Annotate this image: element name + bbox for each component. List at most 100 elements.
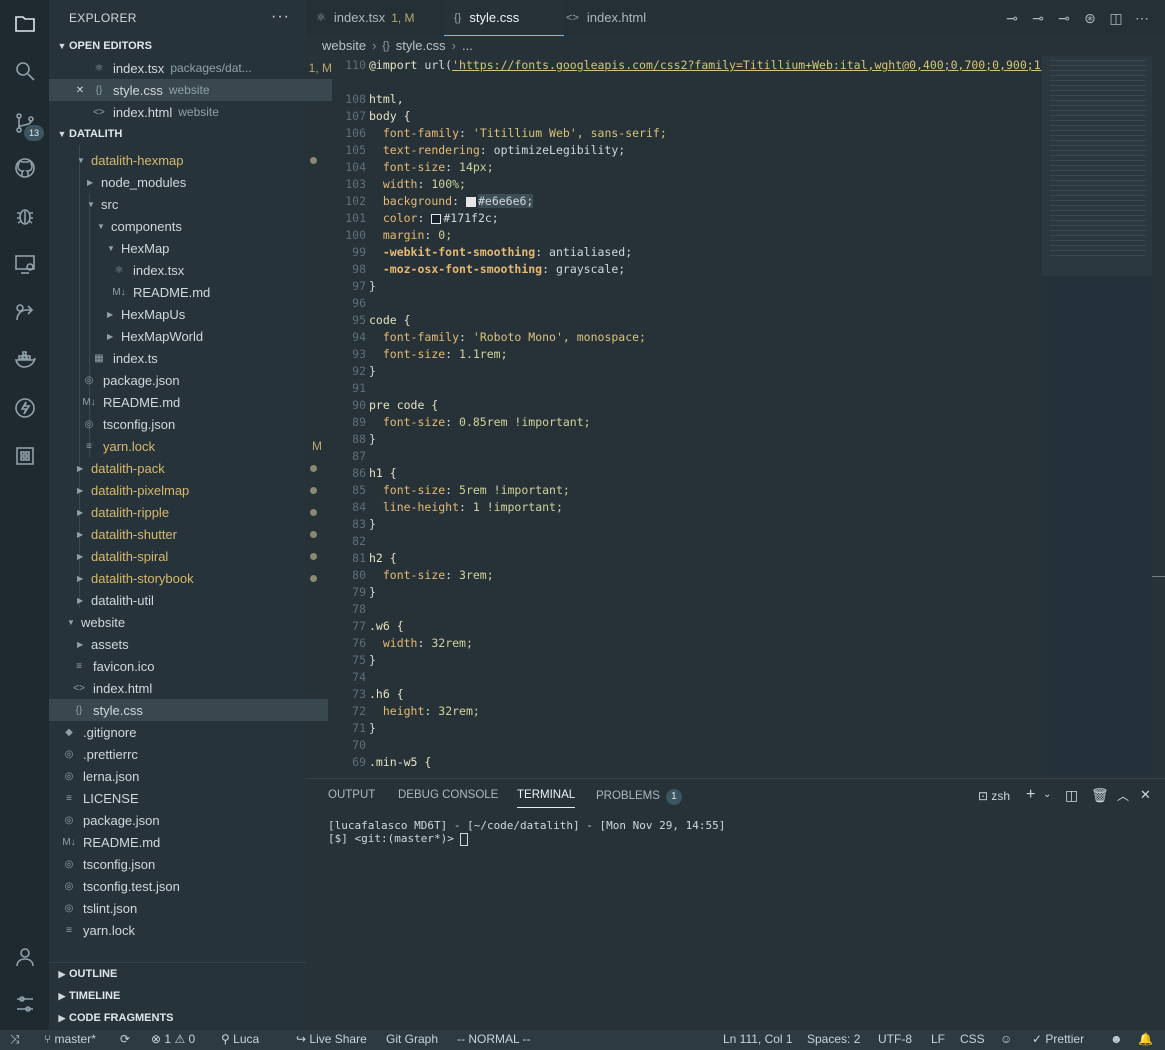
tree-file[interactable]: ◎ lerna.json [49, 765, 318, 787]
remote-icon[interactable]: ⤨ [10, 1032, 20, 1047]
panel-tab-terminal[interactable]: TERMINAL [517, 789, 576, 808]
tree-file[interactable]: ◆ .gitignore [49, 721, 318, 743]
tree-folder[interactable]: ▼ src [49, 193, 344, 215]
notifications-icon[interactable]: 🔔 [1138, 1032, 1153, 1046]
debug-icon[interactable] [0, 194, 49, 238]
branch-status[interactable]: ⑂ master* [44, 1032, 96, 1046]
tree-file[interactable]: ◎ tslint.json [49, 897, 318, 919]
git-previous-icon[interactable]: ⊸ [1029, 9, 1047, 27]
tree-folder[interactable]: ▶ datalith-pack [49, 457, 334, 479]
tree-folder[interactable]: ▶ node_modules [49, 171, 344, 193]
panel-tab-problems[interactable]: PROBLEMS 1 [596, 789, 682, 805]
code-editor[interactable]: 110 108 107 106 105 104 103 102 101 100 99 98 97 96 95… [306, 56, 1042, 776]
cursor-position[interactable]: Ln 111, Col 1 [723, 1032, 793, 1046]
tree-folder[interactable]: ▶ datalith-pixelmap [49, 479, 334, 501]
sync-icon[interactable]: ⟳ [120, 1032, 130, 1046]
tree-file[interactable]: M↓ README.md [49, 831, 318, 853]
breadcrumb-more[interactable]: ... [462, 38, 473, 53]
tree-file[interactable]: ◎ tsconfig.test.json [49, 875, 318, 897]
open-editor-index-tsx[interactable]: ⚛ index.tsx packages/dat... 1, M [49, 57, 348, 79]
docker-icon[interactable] [0, 338, 49, 382]
git-commit-icon[interactable]: ⊸ [1003, 9, 1021, 27]
tree-folder[interactable]: ▶ assets [49, 633, 334, 655]
outline-header[interactable]: ▶ OUTLINE [49, 962, 312, 985]
panel-tab-output[interactable]: OUTPUT [328, 789, 375, 801]
tree-file[interactable]: ≡ favicon.ico [49, 655, 328, 677]
settings-icon[interactable] [0, 982, 49, 1026]
vertical-scrollbar[interactable] [1152, 56, 1165, 776]
user-status[interactable]: ⚲ Luca [221, 1032, 259, 1046]
open-editor-index-html[interactable]: <> index.html website [49, 101, 348, 123]
maximize-panel-icon[interactable]: ︿ [1117, 787, 1129, 804]
close-icon[interactable]: ✕ [75, 85, 85, 96]
remote-explorer-icon[interactable] [0, 242, 49, 286]
tree-file[interactable]: ◎ tsconfig.json [49, 853, 318, 875]
more-actions-icon[interactable]: ··· [271, 8, 290, 26]
color-swatch[interactable] [431, 213, 442, 224]
tree-file[interactable]: ◎ .prettierrc [49, 743, 318, 765]
explorer-sidebar: EXPLORER ··· ▼ OPEN EDITORS ⚛ index.tsx pack… [49, 0, 332, 1030]
chevron-down-icon[interactable]: ⌄ [1043, 789, 1051, 800]
prettier-status[interactable]: ✓ Prettier [1032, 1032, 1084, 1046]
live-share-status[interactable]: ↪ Live Share [296, 1032, 367, 1046]
tab-style-css[interactable]: {} style.css [444, 0, 564, 36]
tree-file[interactable]: ≡ yarn.lock [49, 919, 318, 941]
tree-file[interactable]: ≡ LICENSE [49, 787, 318, 809]
add-terminal-icon[interactable]: + [1026, 786, 1035, 804]
open-editor-style-css[interactable]: ✕{} style.css website [49, 79, 332, 101]
problems-status[interactable]: ⊗ 1 ⚠ 0 [151, 1032, 195, 1046]
source-control-icon[interactable]: 13 [0, 101, 49, 145]
tree-file[interactable]: ≡ yarn.lock M [49, 435, 338, 457]
color-swatch[interactable] [465, 196, 476, 207]
language-status[interactable]: CSS [960, 1032, 985, 1046]
open-editors-header[interactable]: ▼ OPEN EDITORS [49, 35, 312, 57]
thunder-client-icon[interactable] [0, 386, 49, 430]
more-actions-icon[interactable]: ⋯ [1133, 9, 1151, 27]
minimap[interactable] [1042, 56, 1152, 776]
eol-status[interactable]: LF [931, 1032, 945, 1046]
indentation-status[interactable]: Spaces: 2 [807, 1032, 860, 1046]
breadcrumb-file[interactable]: style.css [396, 38, 446, 53]
tree-file-selected[interactable]: {} style.css [49, 699, 328, 721]
git-icon: ◆ [65, 726, 73, 738]
tree-file[interactable]: <> index.html [49, 677, 328, 699]
terminal-output[interactable]: [lucafalasco MD6T] - [~/code/datalith] -… [328, 819, 725, 846]
tree-folder[interactable]: ▶ datalith-spiral [49, 545, 334, 567]
close-panel-icon[interactable]: ✕ [1140, 787, 1151, 803]
git-next-icon[interactable]: ⊸ [1055, 9, 1073, 27]
tree-folder[interactable]: ▶ datalith-ripple [49, 501, 334, 523]
split-terminal-icon[interactable]: ◫ [1065, 787, 1078, 804]
git-graph-status[interactable]: Git Graph [386, 1032, 438, 1046]
accounts-icon[interactable] [0, 935, 49, 979]
workspace-header[interactable]: ▼ DATALITH [49, 123, 312, 145]
breadcrumb-folder[interactable]: website [322, 38, 366, 53]
panel-tab-debug-console[interactable]: DEBUG CONSOLE [398, 789, 498, 801]
tree-file[interactable]: ▦ index.ts [49, 347, 348, 369]
split-editor-icon[interactable]: ◫ [1107, 9, 1125, 27]
timeline-header[interactable]: ▶ TIMELINE [49, 985, 312, 1007]
github-icon[interactable] [0, 146, 49, 190]
tree-folder[interactable]: ▶ datalith-util [49, 589, 334, 611]
explorer-icon[interactable] [0, 2, 49, 46]
tree-folder[interactable]: ▶ datalith-shutter [49, 523, 334, 545]
encoding-status[interactable]: UTF-8 [878, 1032, 912, 1046]
copilot-icon[interactable]: ☺ [1000, 1032, 1012, 1046]
terminal-selector[interactable]: ⊡ zsh [978, 789, 1010, 803]
tree-file[interactable]: ◎ package.json [49, 369, 338, 391]
tree-file[interactable]: ◎ tsconfig.json [49, 413, 338, 435]
code-line: pre code { [369, 398, 439, 412]
tree-folder[interactable]: ▶ datalith-storybook [49, 567, 334, 589]
tree-folder[interactable]: ▼ website [49, 611, 324, 633]
search-icon[interactable] [0, 49, 49, 93]
tree-file[interactable]: ◎ package.json [49, 809, 318, 831]
trash-icon[interactable]: 🗑 [1091, 787, 1109, 804]
feedback-icon[interactable]: ☻ [1110, 1032, 1123, 1046]
tab-index-tsx[interactable]: ⚛ index.tsx 1, M [306, 0, 450, 35]
tree-file[interactable]: M↓ README.md [49, 391, 338, 413]
live-share-icon[interactable] [0, 290, 49, 334]
tab-index-html[interactable]: <> index.html [556, 0, 686, 35]
gitlens-icon[interactable]: ⊛ [1081, 9, 1099, 27]
extensions-icon[interactable] [0, 434, 49, 478]
code-fragments-header[interactable]: ▶ CODE FRAGMENTS [49, 1007, 312, 1029]
tree-folder[interactable]: ▼ datalith-hexmap [49, 149, 334, 171]
